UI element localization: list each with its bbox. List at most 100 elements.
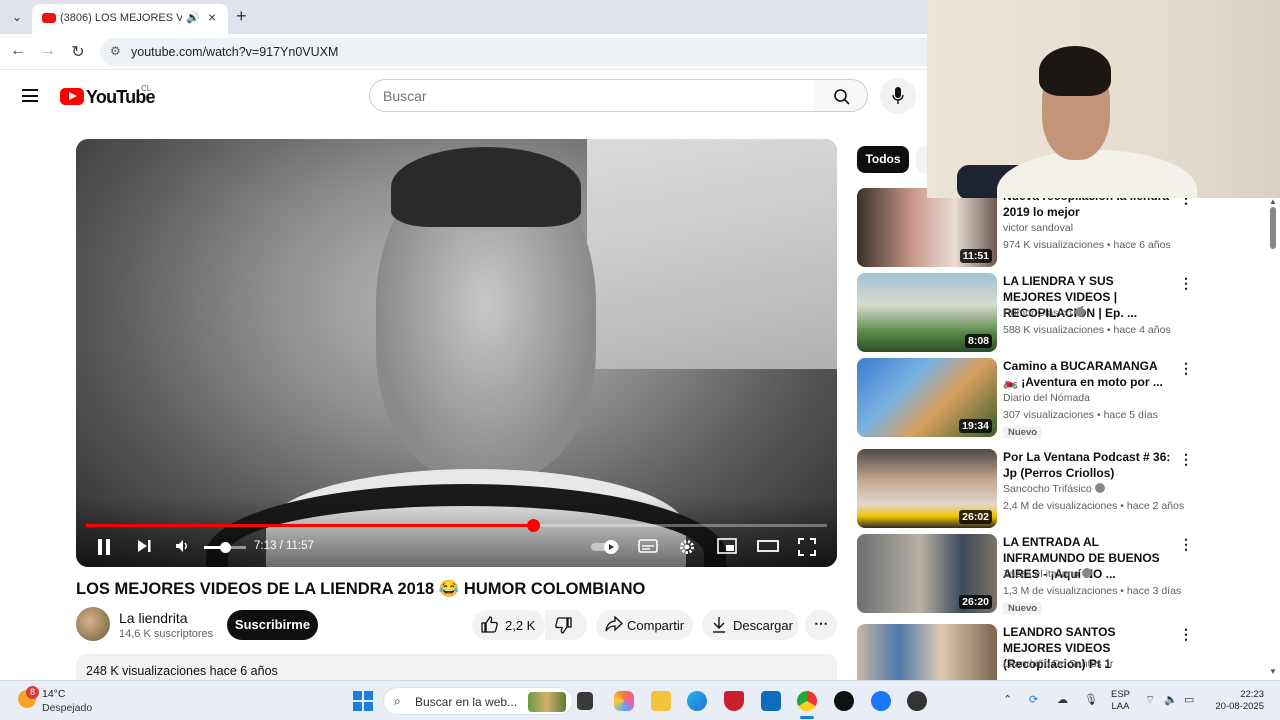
chip-all[interactable]: Todos <box>857 146 909 173</box>
url-text[interactable]: youtube.com/watch?v=917Yn0VUXM <box>131 45 338 59</box>
recommended-video[interactable]: 8:08 LA LIENDRA Y SUS MEJORES VIDEOS | R… <box>857 273 1193 353</box>
keyboard-language[interactable]: ESP LAA <box>1111 689 1130 713</box>
wifi-icon[interactable]: ⌔ <box>1145 693 1155 707</box>
file-explorer-icon[interactable] <box>651 691 671 711</box>
speaker-tray-icon[interactable]: 🔈 <box>1164 693 1178 706</box>
rec-channel[interactable]: Sancocho Trifásico <box>1003 483 1105 495</box>
search-button[interactable] <box>815 79 868 112</box>
language-code: ESP <box>1111 689 1131 700</box>
outlook-icon[interactable] <box>761 691 781 711</box>
channel-avatar[interactable] <box>76 607 110 641</box>
recommended-video[interactable]: 11:51 Nueva recopilación la liendra 2019… <box>857 188 1193 268</box>
rec-channel[interactable]: Zazza el italiano <box>1003 568 1092 580</box>
forward-arrow-icon[interactable]: → <box>38 42 58 60</box>
sync-icon[interactable]: ⟳ <box>1029 693 1038 706</box>
new-tab-plus-icon[interactable]: + <box>236 6 247 27</box>
video-thumbnail[interactable]: 26:02 <box>857 449 997 528</box>
tray-chevron-icon[interactable]: ⌃ <box>1003 693 1012 706</box>
weather-description[interactable]: Despejado <box>42 702 92 714</box>
hamburger-menu-icon[interactable] <box>22 89 38 102</box>
duration: 8:08 <box>964 334 992 348</box>
chrome-icon[interactable] <box>797 691 817 711</box>
video-thumbnail[interactable]: 11:51 <box>857 188 997 267</box>
app-with-notification-icon[interactable] <box>907 691 927 711</box>
rec-channel[interactable]: Leandriño Do Santos Jr <box>1003 658 1113 670</box>
video-player[interactable]: 7:13 / 11:57 <box>76 139 837 567</box>
recommended-video[interactable]: LEANDRO SANTOS MEJORES VIDEOS (Recopilac… <box>857 624 1187 680</box>
duration: 11:51 <box>959 249 992 263</box>
country-code: CL <box>141 84 152 93</box>
facebook-icon[interactable] <box>871 691 891 711</box>
share-label: Compartir <box>627 618 685 633</box>
scroll-up-icon[interactable]: ▲ <box>1269 197 1277 206</box>
close-icon[interactable]: × <box>208 9 216 25</box>
volume-knob[interactable] <box>220 542 231 553</box>
subtitles-icon[interactable] <box>638 538 658 559</box>
more-vert-icon[interactable]: ⋮ <box>1179 360 1193 377</box>
microphone-tray-icon[interactable]: 🎙 <box>1084 693 1098 706</box>
windows-start-icon[interactable] <box>353 691 373 711</box>
site-settings-icon[interactable]: ⚙ <box>110 44 121 58</box>
rec-channel[interactable]: Humor Clasico <box>1003 307 1085 319</box>
voice-search-button[interactable] <box>880 78 916 114</box>
video-thumbnail[interactable]: 19:34 <box>857 358 997 437</box>
browser-tab-active[interactable]: (3806) LOS MEJORES VIDEO 🔊 × <box>32 4 228 34</box>
progress-bar[interactable] <box>86 519 827 532</box>
youtube-logo-icon[interactable] <box>60 88 84 105</box>
speaker-icon[interactable]: 🔊 <box>186 11 200 24</box>
more-actions-button[interactable]: ⋯ <box>805 610 837 640</box>
recommended-video[interactable]: 26:20 LA ENTRADA AL INFRAMUNDO DE BUENOS… <box>857 534 1193 615</box>
volume-slider[interactable] <box>204 542 246 553</box>
channel-name[interactable]: La liendrita <box>119 610 188 626</box>
more-vert-icon[interactable]: ⋮ <box>1179 536 1193 553</box>
video-thumbnail[interactable] <box>857 624 997 680</box>
download-button[interactable]: Descargar <box>702 610 799 640</box>
video-thumbnail[interactable]: 8:08 <box>857 273 997 352</box>
sidebar-scrollbar[interactable]: ▲ ▼ <box>1268 197 1278 679</box>
more-vert-icon[interactable]: ⋮ <box>1179 275 1193 292</box>
scroll-down-icon[interactable]: ▼ <box>1269 667 1277 676</box>
tiktok-icon[interactable] <box>834 691 854 711</box>
duration: 26:02 <box>959 510 992 524</box>
battery-icon[interactable]: ▭ <box>1184 693 1194 706</box>
subscribe-button[interactable]: Suscribirme <box>227 610 318 640</box>
rec-title[interactable]: Por La Ventana Podcast # 36: Jp (Perros … <box>1003 449 1173 481</box>
edge-browser-icon[interactable] <box>687 691 707 711</box>
progress-scrubber[interactable] <box>526 519 540 532</box>
autoplay-toggle-icon[interactable] <box>591 539 621 560</box>
pause-icon[interactable] <box>96 538 112 561</box>
temperature[interactable]: 14°C <box>42 688 65 700</box>
system-clock[interactable]: 22:23 20-08-2025 <box>1208 689 1264 713</box>
rec-title[interactable]: Camino a BUCARAMANGA 🏍️ ¡Aventura en mot… <box>1003 358 1173 390</box>
back-arrow-icon[interactable]: ← <box>8 42 28 60</box>
more-vert-icon[interactable]: ⋮ <box>1179 451 1193 468</box>
video-thumbnail[interactable]: 26:20 <box>857 534 997 613</box>
more-vert-icon[interactable]: ⋮ <box>1179 626 1187 643</box>
settings-gear-icon[interactable] <box>678 538 696 561</box>
tab-list-chevron-icon[interactable]: ⌄ <box>8 8 26 26</box>
next-video-icon[interactable] <box>136 538 152 559</box>
recommended-video[interactable]: 26:02 Por La Ventana Podcast # 36: Jp (P… <box>857 449 1193 529</box>
more-dots-icon: ⋯ <box>814 615 828 631</box>
search-input[interactable] <box>383 88 803 104</box>
reload-icon[interactable]: ↻ <box>68 42 88 62</box>
task-view-icon[interactable] <box>577 692 593 710</box>
taskbar-search[interactable]: ⌕ Buscar en la web... <box>383 687 573 715</box>
scroll-thumb[interactable] <box>1270 207 1276 249</box>
rec-channel[interactable]: Diario del Nómada <box>1003 392 1090 404</box>
search-box[interactable] <box>369 79 816 112</box>
share-button[interactable]: Compartir <box>596 610 693 640</box>
volume-icon[interactable] <box>174 538 190 559</box>
fullscreen-icon[interactable] <box>798 538 816 561</box>
copilot-icon[interactable] <box>614 691 634 711</box>
theater-mode-icon[interactable] <box>757 538 779 559</box>
time-display: 7:13 / 11:57 <box>254 540 314 552</box>
recommended-video[interactable]: 19:34 Camino a BUCARAMANGA 🏍️ ¡Aventura … <box>857 358 1193 439</box>
antivirus-shield-icon[interactable] <box>724 691 744 711</box>
cloud-icon[interactable]: ☁ <box>1057 693 1068 706</box>
new-badge: Nuevo <box>1003 602 1043 615</box>
dislike-button[interactable] <box>545 610 587 640</box>
microphone-icon <box>892 87 904 104</box>
miniplayer-icon[interactable] <box>717 538 737 559</box>
rec-channel[interactable]: victor sandoval <box>1003 222 1073 234</box>
